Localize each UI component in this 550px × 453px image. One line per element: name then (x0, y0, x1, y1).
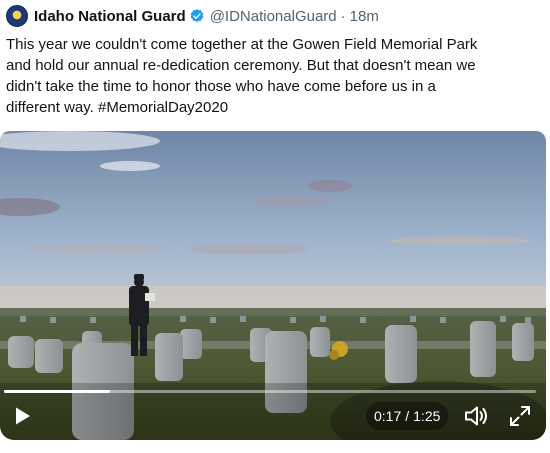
time-separator: / (405, 408, 410, 424)
tweet-card: Idaho National Guard @IDNationalGuard · … (0, 0, 550, 453)
video-progress-fill (4, 390, 111, 393)
author-handle[interactable]: @IDNationalGuard (210, 8, 337, 25)
current-time: 0:17 (374, 408, 402, 424)
avatar[interactable] (6, 5, 28, 27)
volume-icon[interactable] (463, 403, 489, 429)
tweet-header: Idaho National Guard @IDNationalGuard · … (6, 4, 379, 28)
verified-badge-icon (190, 9, 204, 23)
video-progress-bar[interactable] (4, 390, 536, 393)
duration: 1:25 (413, 408, 441, 424)
video-player[interactable]: 0:17 / 1:25 (0, 131, 546, 440)
play-icon[interactable] (10, 404, 34, 428)
header-separator: · (340, 7, 346, 25)
tweet-timestamp[interactable]: 18m (350, 8, 379, 25)
video-controls: 0:17 / 1:25 (0, 382, 546, 440)
tweet-text: This year we couldn't come together at t… (6, 36, 478, 116)
author-name[interactable]: Idaho National Guard (34, 8, 186, 25)
video-time-display: 0:17 / 1:25 (366, 402, 449, 430)
fullscreen-icon[interactable] (508, 404, 532, 428)
